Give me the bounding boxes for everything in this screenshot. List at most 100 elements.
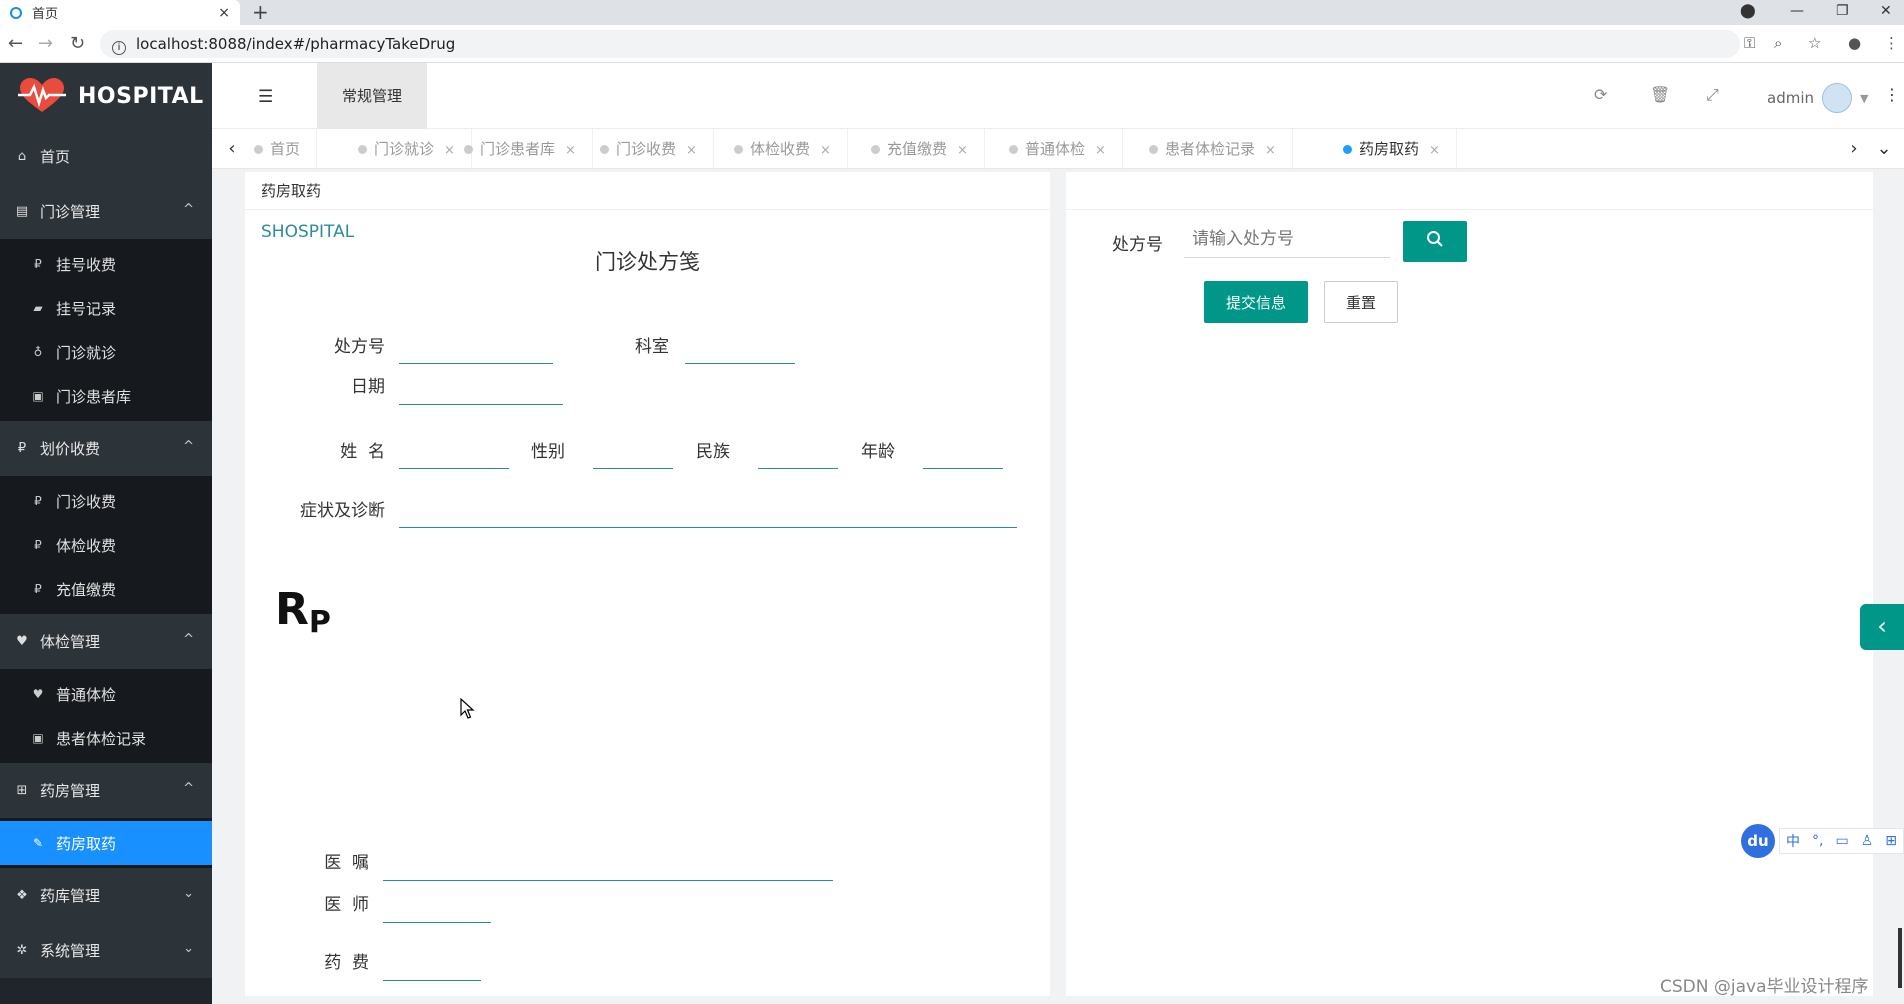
heartbeat-icon: ♥ xyxy=(32,687,44,701)
sidebar-group-label: 门诊管理 xyxy=(40,203,101,221)
ime-user-icon[interactable]: ♙ xyxy=(1861,833,1874,849)
sidebar-group-label: 药库管理 xyxy=(40,887,101,905)
brand-text: SHOSPITAL xyxy=(261,222,355,242)
tab-general-exam[interactable]: 普通体检 × xyxy=(995,129,1123,169)
tab-outpatient-fee[interactable]: 门诊收费 × xyxy=(586,129,714,169)
close-tab-icon[interactable]: × xyxy=(1265,143,1276,158)
tab-label: 药房取药 xyxy=(1359,140,1420,158)
doctor-label: 医 师 xyxy=(324,895,369,915)
zoom-icon[interactable]: ⌕ xyxy=(1774,34,1782,52)
close-tab-icon[interactable]: × xyxy=(565,143,576,158)
sidebar-item-outpatient-fee[interactable]: ₽ 门诊收费 xyxy=(0,479,212,523)
tab-recharge[interactable]: 充值缴费 × xyxy=(857,129,985,169)
new-tab-button[interactable]: + xyxy=(252,0,269,25)
back-icon[interactable]: ← xyxy=(8,33,23,54)
forward-icon[interactable]: → xyxy=(38,33,53,54)
sidebar-item-patient-library[interactable]: ▣ 门诊患者库 xyxy=(0,374,212,418)
tab-exam-fee[interactable]: 体检收费 × xyxy=(720,129,848,169)
sidebar-group-system[interactable]: ✲ 系统管理 ⌄ xyxy=(0,923,212,978)
module-tab-routine[interactable]: 常规管理 xyxy=(317,63,427,129)
sidebar-item-recharge[interactable]: ₽ 充值缴费 xyxy=(0,567,212,611)
minimize-icon[interactable]: — xyxy=(1790,0,1804,25)
heartbeat-icon: ♥ xyxy=(16,634,28,649)
diagnosis-line xyxy=(399,527,1017,528)
sidebar-group-exam[interactable]: ♥ 体检管理 ^ xyxy=(0,614,212,669)
sidebar-item-exam-records[interactable]: ▣ 患者体检记录 xyxy=(0,716,212,760)
sidebar-item-general-exam[interactable]: ♥ 普通体检 xyxy=(0,672,212,716)
cubes-icon: ❖ xyxy=(16,888,28,903)
dot-icon xyxy=(871,145,880,154)
sidebar-group-label: 系统管理 xyxy=(40,942,101,960)
browser-menu-icon[interactable]: ⋮ xyxy=(1884,34,1899,52)
ime-lang[interactable]: 中 xyxy=(1786,831,1800,851)
ime-grid-icon[interactable]: ⊞ xyxy=(1885,833,1897,849)
site-info-icon[interactable]: i xyxy=(112,41,126,55)
sidebar-item-outpatient-visit[interactable]: ♁ 门诊就诊 xyxy=(0,330,212,374)
trash-icon[interactable]: 🗑 xyxy=(1650,85,1670,104)
fee-line xyxy=(383,980,481,981)
submit-button[interactable]: 提交信息 xyxy=(1204,281,1308,323)
more-vertical-icon[interactable]: ⋮ xyxy=(1884,85,1900,104)
reload-icon[interactable]: ↻ xyxy=(70,33,85,54)
browser-tab[interactable]: 首页 × xyxy=(0,0,240,25)
side-panel-toggle-button[interactable]: ‹ xyxy=(1860,604,1904,650)
ime-skin-icon[interactable]: ▭ xyxy=(1835,833,1848,849)
reset-button[interactable]: 重置 xyxy=(1324,281,1398,323)
ime-toolbar[interactable]: du 中 °, ▭ ♙ ⊞ xyxy=(1741,824,1904,858)
sidebar-item-label: 挂号收费 xyxy=(56,255,117,274)
account-icon[interactable]: ● xyxy=(1848,34,1861,52)
home-icon: ⌂ xyxy=(17,149,27,164)
sidebar-item-pharmacy-take-drug[interactable]: ✎ 药房取药 xyxy=(0,821,212,865)
name-label: 姓 名 xyxy=(340,442,385,462)
tab-home[interactable]: 首页 xyxy=(240,129,318,169)
ruble-icon: ₽ xyxy=(34,538,42,552)
sidebar-group-label: 体检管理 xyxy=(40,633,101,651)
sidebar-item-label: 患者体检记录 xyxy=(56,729,147,748)
close-tab-icon[interactable]: × xyxy=(1095,143,1106,158)
scrollbar-thumb[interactable] xyxy=(1898,928,1902,988)
sidebar-item-home[interactable]: ⌂ 首页 xyxy=(0,129,212,184)
user-menu[interactable]: admin ▼ xyxy=(1767,83,1868,113)
tab-patient-library[interactable]: 门诊患者库 × xyxy=(450,129,593,169)
sidebar: HOSPITAL ⌂ 首页 ▤ 门诊管理 ^ ₽ 挂号收费 ▰ 挂号记录 ♁ 门诊就诊… xyxy=(0,63,212,1004)
sidebar-item-exam-fee[interactable]: ₽ 体检收费 xyxy=(0,523,212,567)
close-tab-icon[interactable]: × xyxy=(820,143,831,158)
rx-no-label: 处方号 xyxy=(334,337,385,357)
close-tab-icon[interactable]: × xyxy=(686,143,697,158)
ime-bar[interactable]: 中 °, ▭ ♙ ⊞ xyxy=(1779,828,1904,854)
sidebar-group-pharmacy[interactable]: ⊞ 药房管理 ^ xyxy=(0,763,212,818)
eyedropper-icon: ✎ xyxy=(32,836,44,850)
sidebar-item-registration-record[interactable]: ▰ 挂号记录 xyxy=(0,286,212,330)
rx-search-input[interactable] xyxy=(1184,220,1390,258)
ruble-icon: ₽ xyxy=(17,441,27,456)
menu-toggle-icon[interactable]: ☰ xyxy=(258,87,273,107)
url-field[interactable]: i localhost:8088/index#/pharmacyTakeDrug xyxy=(100,30,1740,58)
key-icon[interactable]: ⚿ xyxy=(1744,34,1755,52)
sidebar-item-label: 门诊收费 xyxy=(56,492,117,511)
fee-label: 药 费 xyxy=(324,953,369,973)
window-close-icon[interactable]: ✕ xyxy=(1880,0,1892,25)
close-tab-icon[interactable]: × xyxy=(957,143,968,158)
close-tab-icon[interactable]: × xyxy=(218,5,230,21)
search-button[interactable] xyxy=(1403,221,1467,262)
chevron-left-icon: ‹ xyxy=(1877,612,1887,640)
refresh-icon[interactable]: ⟳ xyxy=(1594,85,1607,104)
logo[interactable]: HOSPITAL xyxy=(0,63,212,129)
close-tab-icon[interactable]: × xyxy=(1429,143,1440,158)
rp-sub: P xyxy=(308,605,331,640)
ime-punct-icon[interactable]: °, xyxy=(1812,833,1823,849)
sidebar-item-registration-fee[interactable]: ₽ 挂号收费 xyxy=(0,242,212,286)
sidebar-group-billing[interactable]: ₽ 划价收费 ^ xyxy=(0,421,212,476)
tab-exam-records[interactable]: 患者体检记录 × xyxy=(1135,129,1293,169)
sidebar-group-drug-store[interactable]: ❖ 药库管理 ⌄ xyxy=(0,868,212,923)
submenu-billing: ₽ 门诊收费 ₽ 体检收费 ₽ 充值缴费 xyxy=(0,476,212,614)
tabs-dropdown-icon[interactable]: ⌄ xyxy=(1864,129,1904,169)
bookmark-star-icon[interactable]: ☆ xyxy=(1808,34,1821,52)
profile-menu-icon[interactable]: ⬤ xyxy=(1740,0,1756,25)
prescription-title: 门诊处方笺 xyxy=(595,250,700,274)
tab-pharmacy-take-drug[interactable]: 药房取药 × xyxy=(1329,129,1457,169)
name-line xyxy=(399,468,509,469)
fullscreen-icon[interactable]: ⤢ xyxy=(1706,85,1719,105)
restore-icon[interactable]: ❐ xyxy=(1836,0,1849,25)
sidebar-group-outpatient[interactable]: ▤ 门诊管理 ^ xyxy=(0,184,212,239)
